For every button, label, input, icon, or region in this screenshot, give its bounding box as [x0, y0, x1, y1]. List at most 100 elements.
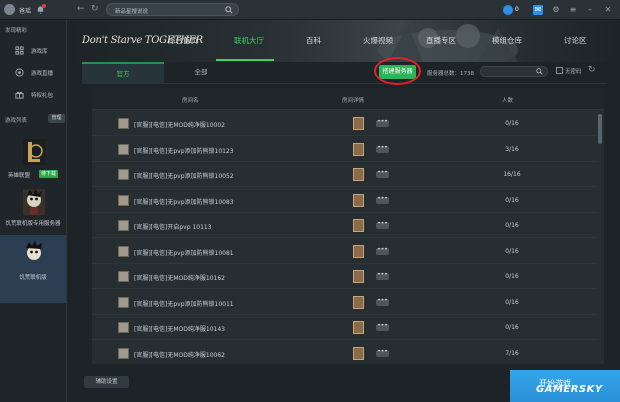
header-room-name: 房间名	[182, 98, 199, 104]
search-placeholder: 新品星搜说说	[115, 9, 149, 15]
grid-icon	[15, 46, 24, 55]
refresh-icon[interactable]: ↻	[91, 5, 99, 14]
player-count: 3/16	[505, 145, 519, 153]
room-more-button[interactable]: •••	[376, 348, 389, 357]
official-tag-icon	[118, 220, 129, 231]
sidebar-item-live[interactable]: 游戏直播	[0, 64, 66, 81]
table-row[interactable]: [官服][电信]开启pvp 10113 ••• 0/16	[92, 213, 597, 238]
game-tile-dst-server[interactable]: 饥荒联机版专用服务器	[0, 185, 66, 235]
sidebar-item-gift[interactable]: 特权礼包	[0, 86, 66, 103]
table-row[interactable]: [官服][电信]无pvp添加防熊锁10052 ••• 16/16	[92, 162, 597, 187]
tab-wiki[interactable]: 百科	[306, 35, 321, 46]
game-tile-lol[interactable]: 英雄联盟 待下载	[0, 135, 66, 179]
room-name: [官服][电信]无MOD纯净服10143	[134, 326, 225, 333]
table-row[interactable]: [官服][电信]无pvp添加防熊锁10123 ••• 3/16	[92, 137, 597, 162]
game-name: 饥荒联机版	[19, 275, 47, 281]
room-mod-icon[interactable]	[353, 117, 364, 130]
player-count: 0/16	[505, 247, 519, 255]
download-badge: 待下载	[39, 170, 59, 178]
tab-home[interactable]: 综合首页	[168, 35, 198, 46]
no-password-label: 无密码	[565, 69, 582, 75]
room-more-button[interactable]: •••	[376, 246, 389, 255]
game-name: 饥荒联机版专用服务器	[5, 221, 61, 227]
sidebar-item-label: 游戏库	[31, 49, 48, 55]
game-banner: Don't Starve TOGETHER 综合首页 联机大厅 百科 火爆视频 …	[68, 20, 620, 62]
no-password-checkbox[interactable]	[556, 67, 563, 74]
table-row[interactable]: [官服][电信]无MOD纯净服10162 ••• 0/16	[92, 264, 597, 289]
menu-icon[interactable]: ≡	[568, 5, 578, 15]
refresh-icon[interactable]: ↻	[588, 65, 596, 75]
room-more-button[interactable]: •••	[376, 119, 389, 127]
room-more-button[interactable]: •••	[376, 272, 389, 280]
sidebar-item-label: 特权礼包	[31, 93, 54, 99]
server-table: 房间名 房间详情 人数 [官服][电信]无MOD纯净服10002 ••• 0/16 […	[92, 88, 604, 364]
watermark-logo: GAMERSKY	[536, 384, 603, 395]
table-row[interactable]: [官服][电信]无pvp添加防熊锁10083 ••• 0/16	[92, 188, 597, 213]
highlight-circle	[374, 57, 421, 85]
username[interactable]: 爸瑶	[19, 6, 31, 15]
header-players: 人数	[502, 98, 514, 104]
settings-icon[interactable]: ⚙	[551, 5, 561, 15]
coin-value: 0	[515, 6, 519, 13]
player-count: 16/16	[503, 171, 521, 178]
room-name: [官服][电信]无MOD纯净服10162	[134, 275, 225, 282]
table-row[interactable]: [官服][电信]无pvp添加防熊锁10081 ••• 0/16	[92, 239, 597, 264]
subtab-all[interactable]: 全部	[176, 62, 226, 84]
tab-live[interactable]: 直播专区	[426, 35, 456, 46]
dst-logo-icon	[23, 241, 45, 267]
table-row[interactable]: [官服][电信]无MOD纯净服10002 ••• 0/16	[92, 111, 597, 136]
game-tile-dst[interactable]: 饥荒联机版	[0, 235, 66, 303]
search-icon[interactable]	[536, 68, 543, 75]
room-more-button[interactable]: •••	[376, 221, 389, 229]
user-avatar[interactable]	[4, 4, 15, 15]
table-row[interactable]: [官服][电信]无MOD纯净服10143 ••• 0/16	[92, 315, 597, 340]
room-mod-icon[interactable]	[353, 142, 364, 156]
tab-videos[interactable]: 火爆视频	[363, 35, 393, 46]
official-tag-icon	[118, 296, 129, 308]
back-arrow-icon[interactable]: ←	[77, 5, 85, 14]
official-tag-icon	[118, 347, 129, 359]
room-mod-icon[interactable]	[353, 270, 364, 283]
search-icon[interactable]	[225, 6, 233, 14]
tab-mods[interactable]: 模组仓库	[492, 35, 522, 46]
player-count: 7/16	[505, 349, 519, 357]
global-search-input[interactable]: 新品星搜说说	[106, 3, 239, 16]
room-mod-icon[interactable]	[353, 219, 364, 232]
table-scrollbar[interactable]	[598, 114, 602, 144]
server-search-input[interactable]	[480, 66, 548, 77]
table-row[interactable]: [官服][电信]无pvp添加防熊锁10011 ••• 0/16	[92, 290, 597, 315]
minimize-icon[interactable]: –	[585, 5, 595, 15]
table-row[interactable]: [官服][电信]无MOD纯净服10062 ••• 7/16	[92, 341, 597, 365]
manage-button[interactable]: 管理	[48, 114, 65, 123]
room-name: [官服][电信]无pvp添加防熊锁10011	[134, 300, 234, 308]
room-more-button[interactable]: •••	[376, 297, 389, 306]
assist-settings-button[interactable]: 辅助设置	[84, 376, 129, 388]
sidebar: 发现精彩 游戏库 游戏直播 特权礼包 游戏列表 管理 英雄联盟 待下载 饥荒联机…	[0, 20, 67, 402]
room-mod-icon[interactable]	[353, 321, 364, 334]
room-name: [官服][电信]无pvp添加防熊锁10052	[134, 173, 234, 180]
active-tab-indicator	[216, 59, 274, 61]
subtab-official[interactable]: 官方	[82, 62, 164, 84]
room-mod-icon[interactable]	[353, 244, 364, 258]
room-name: [官服][电信]开启pvp 10113	[134, 224, 212, 231]
room-mod-icon[interactable]	[353, 193, 364, 207]
room-mod-icon[interactable]	[353, 346, 364, 360]
lobby-panel: 官方 全部 搭建服务器 服务器总数：1738 无密码 ↻ 房间名 房间详情 人数…	[68, 57, 620, 402]
room-more-button[interactable]: •••	[376, 144, 389, 153]
room-mod-icon[interactable]	[353, 295, 364, 309]
table-header: 房间名 房间详情 人数	[92, 88, 604, 110]
room-mod-icon[interactable]	[353, 168, 364, 181]
room-more-button[interactable]: •••	[376, 323, 389, 331]
mail-icon[interactable]: ✉	[533, 5, 543, 15]
player-count: 0/16	[505, 222, 519, 229]
tab-discussion[interactable]: 讨论区	[564, 35, 587, 46]
sidebar-section-discover: 发现精彩	[5, 28, 28, 34]
notification-dot	[42, 4, 46, 8]
sidebar-item-game-library[interactable]: 游戏库	[0, 42, 66, 59]
header-room-detail: 房间详情	[342, 98, 365, 104]
room-more-button[interactable]: •••	[376, 195, 389, 204]
close-icon[interactable]: ✕	[603, 5, 613, 15]
room-more-button[interactable]: •••	[376, 170, 389, 178]
tab-lobby[interactable]: 联机大厅	[234, 35, 264, 46]
player-count: 0/16	[505, 196, 519, 204]
